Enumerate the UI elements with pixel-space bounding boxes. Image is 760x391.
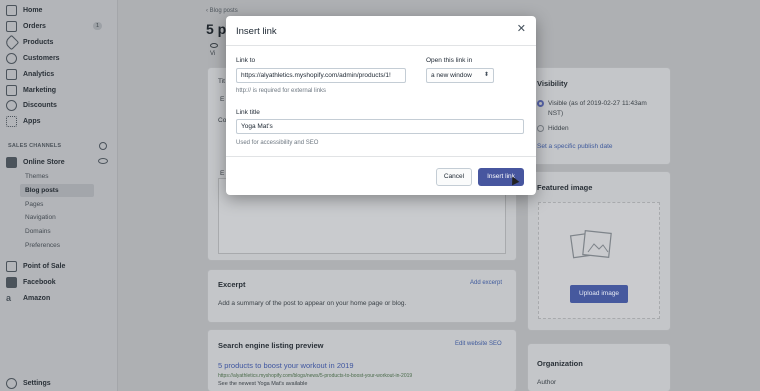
sidebar: Home Orders 1 Products Customers Analyti…	[0, 0, 118, 391]
person-icon	[6, 52, 17, 64]
sidebar-item-analytics[interactable]: Analytics	[6, 67, 110, 81]
megaphone-icon	[6, 84, 17, 96]
seo-preview-description: See the newest Yoga Mat's available	[218, 381, 308, 387]
sidebar-item-home[interactable]: Home	[6, 3, 110, 17]
excerpt-title: Excerpt	[218, 280, 246, 289]
upload-image-button[interactable]: Upload image	[570, 285, 628, 303]
page-title: 5 p	[206, 21, 227, 37]
modal-title: Insert link	[236, 26, 277, 37]
sidebar-item-online-store[interactable]: Online Store	[6, 155, 110, 169]
sidebar-item-settings[interactable]: Settings	[6, 376, 110, 390]
visible-radio[interactable]	[537, 100, 544, 107]
seo-title: Search engine listing preview	[218, 341, 324, 350]
open-link-in-label: Open this link in	[426, 57, 473, 64]
sidebar-item-customers[interactable]: Customers	[6, 51, 110, 65]
link-to-label: Link to	[236, 57, 256, 64]
breadcrumb[interactable]: ‹ Blog posts	[206, 8, 238, 14]
close-icon[interactable]: ✕	[517, 24, 526, 35]
view-link-label: Vi	[210, 51, 216, 57]
insert-link-modal: Insert link ✕ Link to http:// is require…	[226, 16, 536, 195]
add-channel-icon[interactable]	[99, 142, 107, 150]
sidebar-subitem-blog-posts[interactable]: Blog posts	[20, 184, 94, 197]
sales-channels-header: SALES CHANNELS	[8, 143, 62, 149]
modal-divider	[226, 156, 536, 157]
chevron-updown-icon: ⬍	[483, 72, 489, 78]
home-icon	[6, 4, 17, 16]
sidebar-subitem-navigation[interactable]: Navigation	[25, 214, 56, 221]
add-excerpt-link[interactable]: Add excerpt	[470, 280, 502, 286]
view-store-icon[interactable]	[98, 158, 108, 164]
facebook-icon	[6, 276, 17, 288]
sidebar-item-label: Amazon	[23, 294, 51, 302]
title-field-fragment: E	[220, 96, 225, 103]
cancel-button[interactable]: Cancel	[436, 168, 472, 186]
publish-date-link[interactable]: Set a specific publish date	[537, 143, 613, 150]
sidebar-item-label: Customers	[23, 54, 60, 62]
modal-divider	[226, 45, 536, 46]
sidebar-subitem-preferences[interactable]: Preferences	[25, 242, 60, 249]
sidebar-item-label: Facebook	[23, 278, 56, 286]
sidebar-item-apps[interactable]: Apps	[6, 114, 110, 128]
sidebar-item-orders[interactable]: Orders 1	[6, 19, 110, 33]
breadcrumb-label: Blog posts	[209, 8, 238, 14]
excerpt-card	[208, 270, 516, 322]
sidebar-item-label: Settings	[23, 379, 51, 387]
sidebar-subitem-pages[interactable]: Pages	[25, 201, 43, 208]
link-title-help: Used for accessibility and SEO	[236, 140, 319, 146]
chart-icon	[6, 68, 17, 80]
sidebar-item-products[interactable]: Products	[3, 34, 110, 50]
edit-seo-link[interactable]: Edit website SEO	[455, 341, 502, 347]
featured-image-title: Featured image	[537, 183, 593, 192]
sidebar-item-label: Apps	[23, 117, 41, 125]
apps-icon	[6, 115, 17, 127]
link-title-input[interactable]	[236, 119, 524, 134]
view-link[interactable]: Vi	[208, 43, 222, 57]
sidebar-item-label: Marketing	[23, 86, 57, 94]
sidebar-subitem-domains[interactable]: Domains	[25, 228, 51, 235]
sidebar-item-label: Orders	[23, 22, 46, 30]
pos-icon	[6, 260, 17, 272]
organization-title: Organization	[537, 359, 583, 368]
link-title-label: Link title	[236, 109, 260, 116]
eye-icon	[210, 43, 218, 48]
tag-icon	[3, 34, 20, 50]
sidebar-item-label: Products	[23, 38, 54, 46]
sidebar-item-label: Discounts	[23, 101, 57, 109]
open-link-in-value: a new window	[431, 72, 472, 79]
seo-preview-url: https://alyathletics.myshopify.com/blogs…	[218, 373, 413, 379]
sidebar-subitem-themes[interactable]: Themes	[25, 173, 48, 180]
sidebar-item-label: Point of Sale	[23, 262, 66, 270]
hidden-radio[interactable]	[537, 125, 544, 132]
seo-preview-title: 5 products to boost your workout in 2019	[218, 361, 354, 370]
sidebar-item-amazon[interactable]: a Amazon	[6, 291, 110, 305]
link-to-help: http:// is required for external links	[236, 88, 327, 94]
title-label-fragment: Tit	[218, 78, 225, 85]
gear-icon	[6, 377, 17, 389]
sidebar-item-discounts[interactable]: Discounts	[6, 98, 110, 112]
orders-icon	[6, 20, 17, 32]
visible-label: Visible (as of 2019-02-27 11:43am	[548, 100, 647, 107]
visibility-title: Visibility	[537, 79, 568, 88]
hidden-label: Hidden	[548, 125, 569, 132]
sidebar-item-label: Analytics	[23, 70, 55, 78]
amazon-icon: a	[6, 292, 12, 303]
sidebar-item-facebook[interactable]: Facebook	[6, 275, 110, 289]
sidebar-item-label: Home	[23, 6, 43, 14]
sidebar-item-label: Online Store	[23, 158, 65, 166]
discount-icon	[6, 99, 17, 111]
excerpt-description: Add a summary of the post to appear on y…	[218, 300, 407, 307]
link-to-input[interactable]	[236, 68, 406, 83]
author-label: Author	[537, 379, 557, 386]
sidebar-item-marketing[interactable]: Marketing	[6, 83, 110, 97]
orders-count-badge: 1	[93, 22, 102, 30]
editor-fragment: E	[220, 170, 225, 177]
sidebar-item-point-of-sale[interactable]: Point of Sale	[6, 259, 110, 273]
store-icon	[6, 156, 17, 168]
open-link-in-select[interactable]: a new window ⬍	[426, 68, 494, 83]
image-placeholder-icon	[569, 230, 612, 259]
visible-label-tz: NST)	[548, 110, 564, 117]
